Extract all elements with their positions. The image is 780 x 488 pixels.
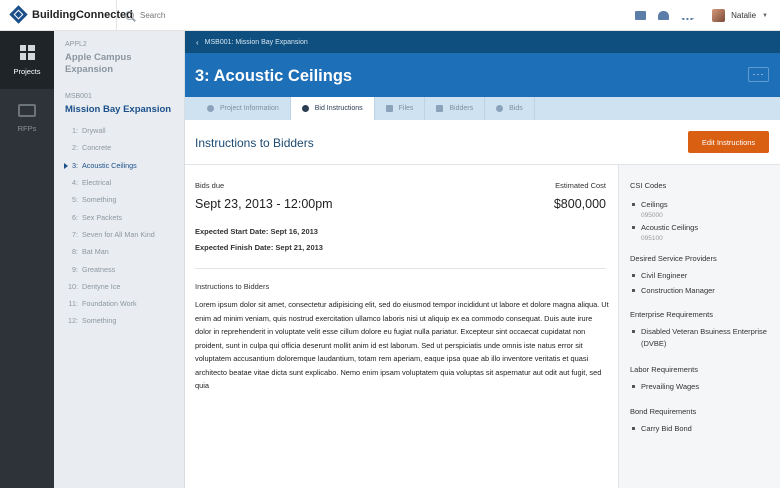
top-icons: Natalie ▼ [635, 0, 768, 31]
rail-item-rfps[interactable]: RFPs [0, 89, 54, 147]
people-icon [436, 105, 444, 112]
user-name[interactable]: Natalie [731, 11, 756, 20]
project-link-apple[interactable]: Apple Campus Expansion [65, 52, 180, 76]
info-icon [207, 105, 214, 112]
list-item[interactable]: 1: Drywall [54, 122, 185, 139]
instructions-label: Instructions to Bidders [195, 282, 270, 291]
labor-item: Prevailing Wages [630, 381, 780, 393]
list-item[interactable]: 2: Concrete [54, 139, 185, 156]
rail-item-label: Projects [13, 66, 41, 76]
project-nav: APPL2 Apple Campus Expansion MSB001 Miss… [54, 31, 185, 488]
search-icon [125, 11, 134, 20]
enterprise-item: Disabled Veteran Bsuiness Enterprise (DV… [630, 326, 780, 349]
chevron-left-icon: ‹ [196, 37, 199, 47]
main-panel: ‹ MSB001: Mission Bay Expansion 3: Acous… [185, 31, 780, 488]
breadcrumb[interactable]: ‹ MSB001: Mission Bay Expansion [185, 31, 780, 53]
left-rail: Projects RFPs [0, 31, 54, 488]
provider-item: Construction Manager [630, 285, 780, 297]
tab-bidders[interactable]: Bidders [425, 97, 486, 120]
bid-package-list: 1: Drywall 2: Concrete 3: Acoustic Ceilings… [54, 122, 185, 330]
csi-code-item: Acoustic Ceilings 095100 [630, 222, 780, 243]
list-item[interactable]: 4: Electrical [54, 174, 185, 191]
network-icon[interactable] [681, 12, 695, 20]
edit-instructions-button[interactable]: Edit Instructions [688, 131, 769, 153]
section-title: Instructions to Bidders [195, 136, 314, 150]
tab-bids[interactable]: Bids [485, 97, 535, 120]
expected-finish-date: Expected Finish Date: Sept 21, 2013 [195, 243, 323, 252]
expected-start-date: Expected Start Date: Sept 16, 2013 [195, 227, 318, 236]
instructions-text: Lorem ipsum dolor sit amet, consectetur … [195, 300, 609, 390]
project-code: APPL2 [65, 41, 87, 48]
mail-icon[interactable] [635, 11, 647, 20]
list-item[interactable]: 11: Foundation Work [54, 295, 185, 312]
bids-due-label: Bids due [195, 181, 225, 190]
list-item[interactable]: 7: Seven for All Man Kind [54, 226, 185, 243]
breadcrumb-label: MSB001: Mission Bay Expansion [204, 38, 308, 46]
chevron-down-icon[interactable]: ▼ [762, 13, 768, 19]
tab-bid-instructions[interactable]: Bid Instructions [290, 97, 375, 120]
bids-due-value: Sept 23, 2013 - 12:00pm [195, 197, 333, 211]
search-bar[interactable] [116, 0, 576, 31]
more-options-button[interactable]: ··· [748, 67, 769, 82]
bond-heading: Bond Requirements [630, 407, 697, 416]
project-code: MSB001 [65, 93, 92, 100]
csi-codes-heading: CSI Codes [630, 181, 667, 190]
provider-item: Civil Engineer [630, 270, 780, 282]
rail-item-projects[interactable]: Projects [0, 31, 54, 89]
page-title: 3: Acoustic Ceilings [195, 67, 353, 85]
search-input[interactable] [140, 11, 440, 20]
section-header: Instructions to Bidders Edit Instruction… [185, 120, 780, 165]
project-link-mission-bay[interactable]: Mission Bay Expansion [65, 104, 180, 116]
grid-icon [19, 44, 35, 60]
list-item[interactable]: 10: Dentyne Ice [54, 278, 185, 295]
tab-project-information[interactable]: Project Information [196, 97, 291, 120]
list-item[interactable]: 8: Bat Man [54, 243, 185, 260]
enterprise-heading: Enterprise Requirements [630, 310, 713, 319]
list-item[interactable]: 9: Greatness [54, 260, 185, 277]
labor-heading: Labor Requirements [630, 365, 698, 374]
top-bar: BuildingConnected Natalie ▼ [0, 0, 780, 31]
brand-logo[interactable]: BuildingConnected [9, 5, 133, 24]
service-providers-heading: Desired Service Providers [630, 254, 717, 263]
people-icon[interactable] [658, 11, 670, 20]
bid-details: Bids due Sept 23, 2013 - 12:00pm Estimat… [185, 165, 618, 488]
estimated-cost-value: $800,000 [553, 197, 606, 211]
inbox-icon [18, 103, 36, 117]
logo-icon [9, 5, 28, 24]
list-item[interactable]: 6: Sex Packets [54, 208, 185, 225]
gavel-icon [301, 105, 309, 112]
bid-icon [496, 105, 504, 112]
avatar[interactable] [712, 9, 726, 22]
list-item-active[interactable]: 3: Acoustic Ceilings [54, 157, 185, 174]
list-item[interactable]: 5: Something [54, 191, 185, 208]
page-header: ‹ MSB001: Mission Bay Expansion 3: Acous… [185, 31, 780, 120]
csi-code-item: Ceilings 095000 [630, 199, 780, 220]
folder-icon [385, 105, 393, 112]
tab-files[interactable]: Files [375, 97, 426, 120]
bond-item: Carry Bid Bond [630, 423, 780, 435]
rail-item-label: RFPs [17, 123, 37, 133]
tab-bar: Project Information Bid Instructions Fil… [185, 97, 780, 120]
requirements-sidebar: CSI Codes Ceilings 095000 Acoustic Ceilin… [618, 165, 780, 488]
list-item[interactable]: 12: Something [54, 312, 185, 329]
divider [195, 268, 606, 269]
estimated-cost-label: Estimated Cost [555, 181, 606, 190]
